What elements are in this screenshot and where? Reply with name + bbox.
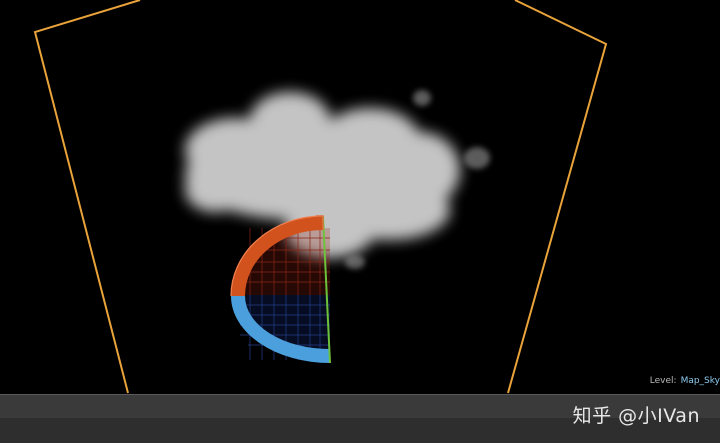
scene-canvas: [33, 0, 608, 394]
rotation-gizmo[interactable]: [230, 215, 331, 364]
level-label: Level:: [649, 376, 677, 386]
volumetric-cloud: [185, 90, 490, 269]
level-readout: Level: Map_Sky: [650, 376, 720, 386]
level-value: Map_Sky: [680, 376, 720, 386]
editor-viewport[interactable]: Level: Map_Sky: [0, 0, 720, 394]
watermark: 知乎 @小IVan: [572, 405, 700, 427]
